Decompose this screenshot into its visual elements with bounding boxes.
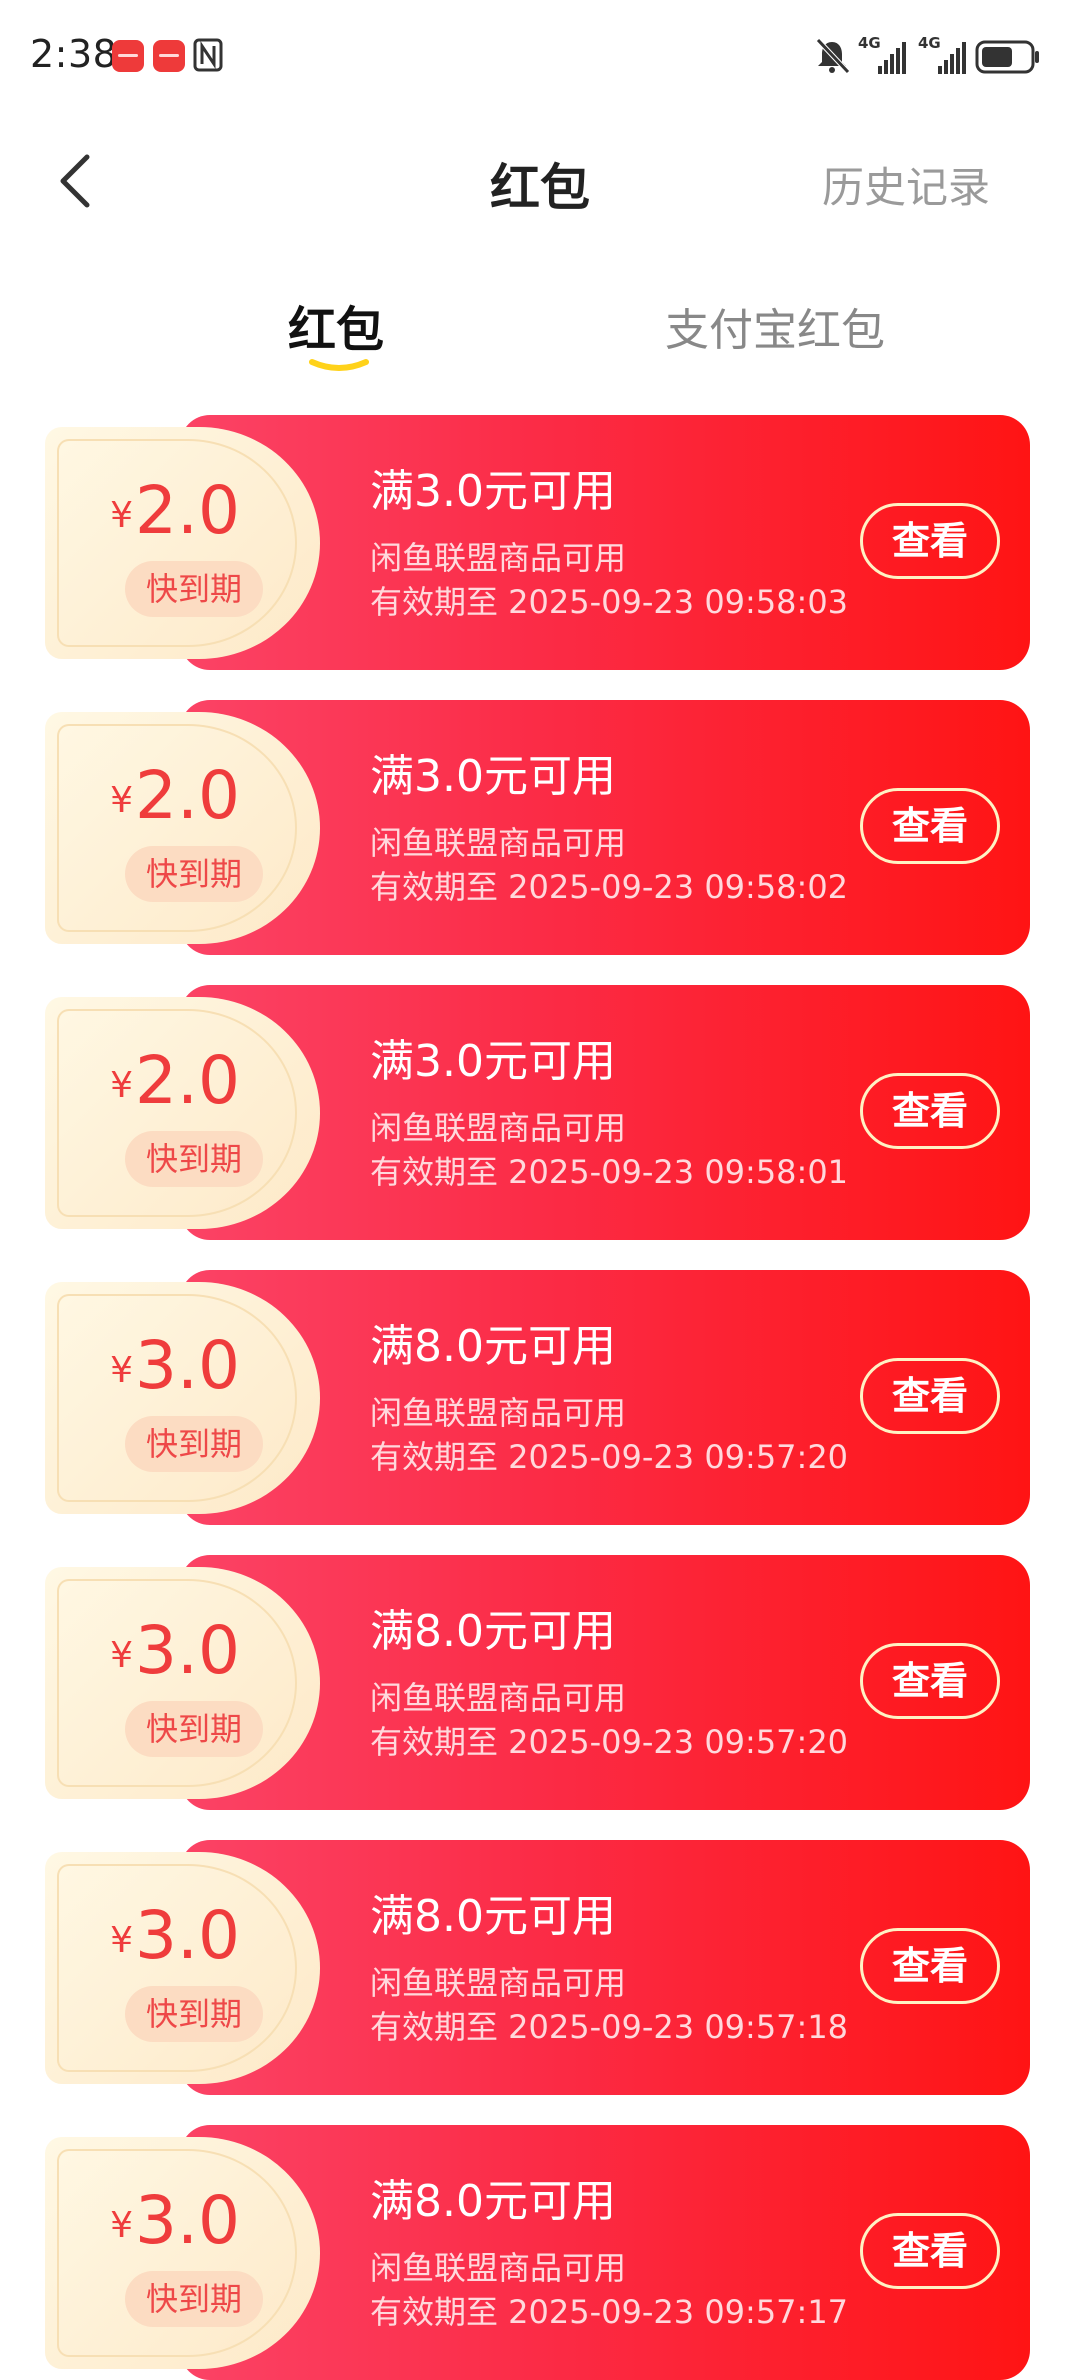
signal-2-icon: 4G (918, 34, 968, 78)
coupon-card: ¥3.0 快到期 满8.0元可用 闲鱼联盟商品可用 有效期至 2025-09-2… (45, 1555, 1030, 1810)
coupon-amount-panel: ¥3.0 快到期 (45, 1852, 320, 2084)
currency-symbol: ¥ (110, 780, 133, 821)
coupon-scope: 闲鱼联盟商品可用 (370, 1394, 627, 1432)
coupon-card: ¥2.0 快到期 满3.0元可用 闲鱼联盟商品可用 有效期至 2025-09-2… (45, 700, 1030, 955)
coupon-condition: 满8.0元可用 (370, 1321, 616, 1372)
tab-alipay-red-packet[interactable]: 支付宝红包 (665, 294, 885, 358)
coupon-validity: 有效期至 2025-09-23 09:57:20 (370, 1723, 849, 1761)
coupon-scope: 闲鱼联盟商品可用 (370, 1109, 627, 1147)
coupon-amount-panel: ¥3.0 快到期 (45, 1567, 320, 1799)
coupon-condition: 满3.0元可用 (370, 751, 616, 802)
view-button[interactable]: 查看 (860, 1928, 1000, 2004)
expiring-soon-badge: 快到期 (125, 1416, 263, 1472)
coupon-validity: 有效期至 2025-09-23 09:58:03 (370, 583, 849, 621)
view-button[interactable]: 查看 (860, 1358, 1000, 1434)
coupon-amount: ¥3.0 (45, 1897, 305, 1974)
coupon-amount: ¥3.0 (45, 1612, 305, 1689)
coupon-card: ¥2.0 快到期 满3.0元可用 闲鱼联盟商品可用 有效期至 2025-09-2… (45, 985, 1030, 1240)
expiring-soon-badge: 快到期 (125, 2271, 263, 2327)
huawei-app-icon (112, 40, 144, 72)
amount-value: 2.0 (134, 472, 240, 549)
coupon-amount-panel: ¥2.0 快到期 (45, 997, 320, 1229)
huawei-app-icon (153, 40, 185, 72)
coupon-scope: 闲鱼联盟商品可用 (370, 539, 627, 577)
amount-value: 3.0 (134, 1897, 240, 1974)
coupon-amount-panel: ¥2.0 快到期 (45, 427, 320, 659)
coupon-amount: ¥2.0 (45, 757, 305, 834)
coupon-scope: 闲鱼联盟商品可用 (370, 2249, 627, 2287)
coupon-card: ¥2.0 快到期 满3.0元可用 闲鱼联盟商品可用 有效期至 2025-09-2… (45, 415, 1030, 670)
view-button[interactable]: 查看 (860, 788, 1000, 864)
expiring-soon-badge: 快到期 (125, 846, 263, 902)
coupon-amount: ¥2.0 (45, 1042, 305, 1119)
view-button[interactable]: 查看 (860, 1073, 1000, 1149)
coupon-condition: 满8.0元可用 (370, 1891, 616, 1942)
coupon-validity: 有效期至 2025-09-23 09:57:20 (370, 1438, 849, 1476)
coupon-scope: 闲鱼联盟商品可用 (370, 1679, 627, 1717)
expiring-soon-badge: 快到期 (125, 1986, 263, 2042)
history-records-link[interactable]: 历史记录 (822, 154, 990, 215)
currency-symbol: ¥ (110, 2205, 133, 2246)
coupon-amount: ¥2.0 (45, 472, 305, 549)
tab-active-indicator (309, 359, 369, 371)
coupon-condition: 满8.0元可用 (370, 1606, 616, 1657)
currency-symbol: ¥ (110, 495, 133, 536)
currency-symbol: ¥ (110, 1350, 133, 1391)
expiring-soon-badge: 快到期 (125, 1701, 263, 1757)
amount-value: 3.0 (134, 2182, 240, 2259)
currency-symbol: ¥ (110, 1065, 133, 1106)
coupon-amount: ¥3.0 (45, 1327, 305, 1404)
coupon-condition: 满3.0元可用 (370, 466, 616, 517)
expiring-soon-badge: 快到期 (125, 1131, 263, 1187)
status-time: 2:38 (30, 32, 118, 76)
coupon-validity: 有效期至 2025-09-23 09:57:18 (370, 2008, 849, 2046)
coupon-validity: 有效期至 2025-09-23 09:57:17 (370, 2293, 849, 2331)
coupon-amount-panel: ¥3.0 快到期 (45, 1282, 320, 1514)
top-nav-bar: 红包 历史记录 (0, 110, 1080, 250)
nfc-icon (193, 38, 223, 72)
coupon-card: ¥3.0 快到期 满8.0元可用 闲鱼联盟商品可用 有效期至 2025-09-2… (45, 1270, 1030, 1525)
coupon-amount-panel: ¥3.0 快到期 (45, 2137, 320, 2369)
signal-1-icon: 4G (858, 34, 908, 78)
amount-value: 3.0 (134, 1612, 240, 1689)
coupon-condition: 满8.0元可用 (370, 2176, 616, 2227)
coupon-amount: ¥3.0 (45, 2182, 305, 2259)
currency-symbol: ¥ (110, 1920, 133, 1961)
coupon-validity: 有效期至 2025-09-23 09:58:01 (370, 1153, 849, 1191)
view-button[interactable]: 查看 (860, 1643, 1000, 1719)
view-button[interactable]: 查看 (860, 2213, 1000, 2289)
coupon-amount-panel: ¥2.0 快到期 (45, 712, 320, 944)
status-bar: 2:38 4G 4G (0, 0, 1080, 110)
expiring-soon-badge: 快到期 (125, 561, 263, 617)
coupon-card: ¥3.0 快到期 满8.0元可用 闲鱼联盟商品可用 有效期至 2025-09-2… (45, 1840, 1030, 2095)
tab-bar: 红包 支付宝红包 (0, 290, 1080, 380)
amount-value: 2.0 (134, 1042, 240, 1119)
mute-bell-icon (816, 38, 850, 74)
amount-value: 3.0 (134, 1327, 240, 1404)
coupon-validity: 有效期至 2025-09-23 09:58:02 (370, 868, 849, 906)
currency-symbol: ¥ (110, 1635, 133, 1676)
coupon-scope: 闲鱼联盟商品可用 (370, 1964, 627, 2002)
battery-icon (975, 40, 1039, 74)
tab-red-packet[interactable]: 红包 (288, 290, 384, 360)
view-button[interactable]: 查看 (860, 503, 1000, 579)
coupon-scope: 闲鱼联盟商品可用 (370, 824, 627, 862)
amount-value: 2.0 (134, 757, 240, 834)
coupon-condition: 满3.0元可用 (370, 1036, 616, 1087)
coupon-card: ¥3.0 快到期 满8.0元可用 闲鱼联盟商品可用 有效期至 2025-09-2… (45, 2125, 1030, 2380)
